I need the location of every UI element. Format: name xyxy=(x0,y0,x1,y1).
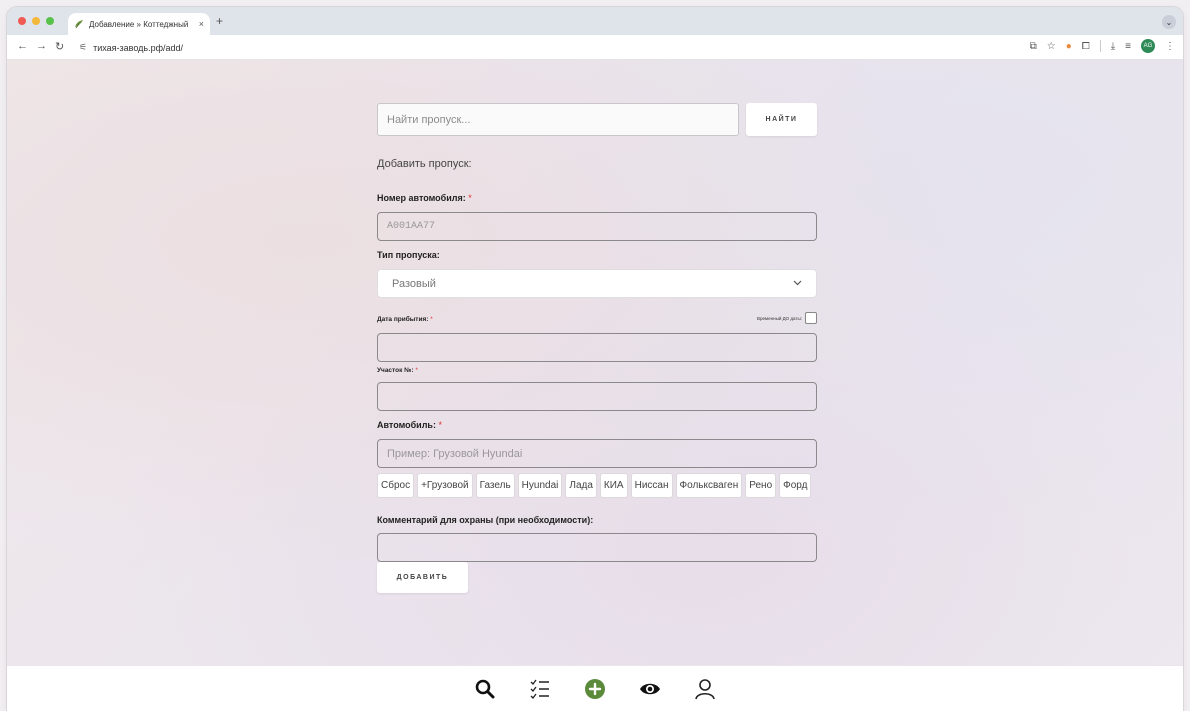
tab-title: Добавление » Коттеджный xyxy=(89,19,189,29)
chevron-down-icon xyxy=(793,279,802,288)
chip-volkswagen-button[interactable]: Фольксваген xyxy=(675,473,743,498)
reading-list-icon[interactable]: ≡ xyxy=(1125,41,1131,52)
required-mark: * xyxy=(430,316,433,323)
chip-nissan-button[interactable]: Ниссан xyxy=(630,473,673,498)
extension-icon[interactable]: ● xyxy=(1066,41,1072,52)
chip-gazel-button[interactable]: Газель xyxy=(475,473,515,498)
search-button[interactable]: НАЙТИ xyxy=(746,103,817,136)
nav-profile[interactable] xyxy=(678,666,733,711)
nav-list[interactable] xyxy=(513,666,568,711)
checklist-icon xyxy=(530,679,549,699)
comment-input[interactable] xyxy=(377,533,817,562)
back-arrow-icon[interactable]: ← xyxy=(17,40,28,52)
nav-search[interactable] xyxy=(458,666,513,711)
search-icon xyxy=(475,679,495,698)
temporary-until-checkbox[interactable] xyxy=(805,312,817,324)
download-icon[interactable]: ⤓ xyxy=(1111,41,1115,52)
required-mark: * xyxy=(468,193,472,203)
chip-renault-button[interactable]: Рено xyxy=(745,473,777,498)
site-settings-icon[interactable]: ⚟ xyxy=(79,42,87,53)
car-number-input[interactable] xyxy=(377,212,817,241)
browser-menu-icon[interactable]: ⋮ xyxy=(1165,41,1175,52)
tab-close-icon[interactable]: × xyxy=(199,19,204,29)
url-text: тихая-заводь.рф/add/ xyxy=(93,42,183,53)
minimize-window-button[interactable] xyxy=(32,17,40,25)
install-app-icon[interactable]: ⧉ xyxy=(1030,41,1037,52)
profile-avatar[interactable]: AG xyxy=(1141,39,1155,53)
arrival-date-input[interactable] xyxy=(377,333,817,362)
chip-ford-button[interactable]: Форд xyxy=(779,473,812,498)
form-title: Добавить пропуск: xyxy=(377,158,472,170)
new-tab-button[interactable]: + xyxy=(216,14,223,28)
extensions-puzzle-icon[interactable]: ⧠ xyxy=(1082,41,1090,52)
user-icon xyxy=(695,678,715,699)
bottom-nav xyxy=(7,665,1183,711)
bookmark-star-icon[interactable]: ☆ xyxy=(1047,41,1056,52)
arrival-date-label: Дата прибытия: * xyxy=(377,316,433,323)
chip-kia-button[interactable]: КИА xyxy=(599,473,628,498)
chip-lada-button[interactable]: Лада xyxy=(565,473,597,498)
address-bar[interactable]: ⚟ тихая-заводь.рф/add/ xyxy=(79,38,1003,57)
toolbar-icons: ⧉ ☆ ● ⧠ ⤓ ≡ AG ⋮ xyxy=(1030,39,1175,53)
comment-label: Комментарий для охраны (при необходимост… xyxy=(377,515,594,525)
nav-add[interactable] xyxy=(568,666,623,711)
add-circle-icon xyxy=(585,678,605,699)
temporary-until-toggle: Временный ДО даты: xyxy=(757,312,817,324)
pass-type-selected-value: Разовый xyxy=(392,277,436,290)
forward-arrow-icon[interactable]: → xyxy=(36,40,47,52)
car-quick-chips: Сброс +Грузовой Газель Hyundai Лада КИА … xyxy=(377,473,812,498)
pass-type-label: Тип пропуска: xyxy=(377,250,440,260)
tab-search-chevron-icon[interactable]: ⌄ xyxy=(1162,15,1176,29)
car-number-label: Номер автомобиля: * xyxy=(377,193,472,203)
site-favicon-icon xyxy=(74,19,84,29)
eye-icon xyxy=(640,683,660,694)
tab-bar: Добавление » Коттеджный × + ⌄ xyxy=(7,7,1183,35)
browser-toolbar: ← → ↻ ⚟ тихая-заводь.рф/add/ ⧉ ☆ ● ⧠ ⤓ ≡… xyxy=(7,35,1183,60)
browser-window: Добавление » Коттеджный × + ⌄ ← → ↻ ⚟ ти… xyxy=(7,7,1183,711)
reload-icon[interactable]: ↻ xyxy=(55,40,64,53)
search-input[interactable] xyxy=(377,103,739,136)
add-pass-button[interactable]: ДОБАВИТЬ xyxy=(377,562,468,593)
search-row: НАЙТИ xyxy=(377,103,817,136)
toolbar-separator xyxy=(1099,40,1101,52)
close-window-button[interactable] xyxy=(18,17,26,25)
car-label: Автомобиль: * xyxy=(377,420,442,430)
maximize-window-button[interactable] xyxy=(46,17,54,25)
browser-tab[interactable]: Добавление » Коттеджный × xyxy=(68,13,210,35)
chip-reset-button[interactable]: Сброс xyxy=(377,473,415,498)
nav-view[interactable] xyxy=(623,666,678,711)
plot-number-input[interactable] xyxy=(377,382,817,411)
chip-hyundai-button[interactable]: Hyundai xyxy=(517,473,563,498)
chip-truck-button[interactable]: +Грузовой xyxy=(417,473,473,498)
car-model-input[interactable] xyxy=(377,439,817,468)
required-mark: * xyxy=(438,420,442,430)
window-controls xyxy=(18,17,54,25)
required-mark: * xyxy=(415,367,418,374)
pass-type-select[interactable]: Разовый xyxy=(377,269,817,298)
plot-number-label: Участок №: * xyxy=(377,367,418,374)
page-content: НАЙТИ Добавить пропуск: Номер автомобиля… xyxy=(7,60,1183,665)
temporary-until-label: Временный ДО даты: xyxy=(757,315,802,321)
